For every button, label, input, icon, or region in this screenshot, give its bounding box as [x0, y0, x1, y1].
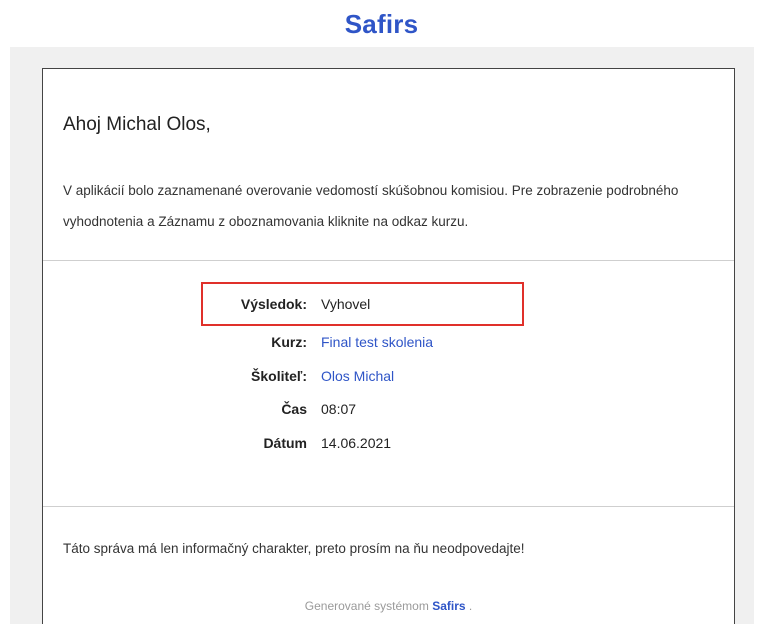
trainer-label: Školiteľ: [251, 368, 307, 384]
date-value: 14.06.2021 [321, 435, 392, 451]
row-course: Kurz: Final test skolenia [43, 334, 734, 360]
divider-bottom [43, 506, 734, 507]
course-link[interactable]: Final test skolenia [321, 334, 433, 350]
row-time: Čas 08:07 [43, 401, 734, 427]
result-label: Výsledok: [240, 296, 307, 312]
intro-text: V aplikácií bolo zaznamenané overovanie … [63, 183, 679, 229]
email-card: Ahoj Michal Olos, V aplikácií bolo zazna… [42, 68, 735, 624]
trainer-link[interactable]: Olos Michal [321, 368, 394, 384]
course-label: Kurz: [271, 334, 307, 350]
row-date: Dátum 14.06.2021 [43, 435, 734, 461]
row-result: Výsledok: Vyhovel [43, 296, 734, 322]
divider-top [43, 260, 734, 261]
generated-by: Generované systémom Safirs . [43, 599, 734, 613]
greeting: Ahoj Michal Olos, [63, 114, 211, 135]
email-page: Safirs Ahoj Michal Olos, V aplikácií bol… [0, 0, 763, 624]
time-label: Čas [281, 401, 307, 417]
generated-prefix: Generované systémom [304, 599, 429, 613]
date-label: Dátum [263, 435, 307, 451]
footer-note: Táto správa má len informačný charakter,… [63, 541, 525, 556]
generated-brand-link[interactable]: Safirs [432, 599, 465, 613]
time-value: 08:07 [321, 401, 357, 417]
brand-title: Safirs [344, 9, 419, 39]
generated-suffix: . [465, 599, 473, 613]
row-trainer: Školiteľ: Olos Michal [43, 368, 734, 394]
result-value: Vyhovel [321, 296, 371, 312]
